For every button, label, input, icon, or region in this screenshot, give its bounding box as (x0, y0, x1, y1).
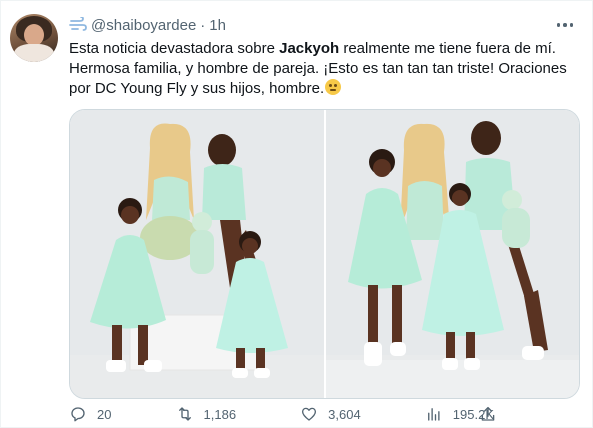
retweet-count: 1,186 (203, 406, 237, 422)
header-separator: · (200, 16, 206, 34)
more-options-icon[interactable] (554, 15, 576, 35)
share-icon (481, 406, 495, 421)
family-photo-1-illustration (70, 110, 324, 398)
tweet-time[interactable]: 1h (209, 17, 226, 34)
photo-2[interactable] (325, 110, 579, 398)
photo-1[interactable] (70, 110, 324, 398)
avatar-face (24, 24, 44, 46)
tweet-actions: 20 1,186 3,604 195.2K (69, 404, 494, 424)
author-handle[interactable]: @shaiboyardee (91, 17, 196, 34)
views-chart-icon (427, 408, 440, 421)
tweet-text-part1: Esta noticia devastadora sobre (69, 40, 280, 57)
media-grid (69, 109, 580, 399)
retweet-icon (178, 407, 191, 421)
reply-count: 20 (97, 406, 112, 422)
family-photo-2-illustration (325, 110, 579, 398)
sad-face-emoji (325, 79, 342, 95)
tweet-text-bold[interactable]: Jackyoh (279, 40, 339, 57)
dash-wind-icon (69, 16, 87, 33)
reply-button[interactable]: 20 (69, 405, 111, 423)
tweet-card[interactable]: @shaiboyardee · 1h Esta noticia devastad… (0, 0, 593, 428)
retweet-button[interactable]: 1,186 (176, 405, 237, 423)
like-count: 3,604 (328, 406, 361, 422)
avatar-shirt (14, 44, 54, 62)
tweet-text: Esta noticia devastadora sobre Jackyoh r… (69, 39, 579, 99)
like-button[interactable]: 3,604 (300, 405, 361, 423)
share-button[interactable] (479, 404, 497, 424)
tweet-header: @shaiboyardee · 1h (69, 15, 226, 35)
reply-icon (71, 407, 85, 422)
heart-icon (302, 407, 317, 421)
avatar[interactable] (10, 14, 58, 62)
